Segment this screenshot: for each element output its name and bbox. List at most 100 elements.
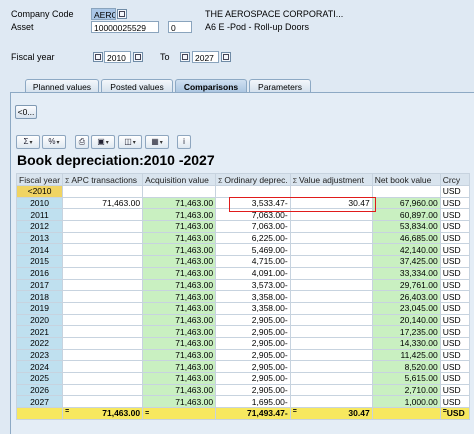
cell-acq[interactable]: 71,463.00 xyxy=(142,336,217,350)
export-button[interactable]: ◫ ▾ xyxy=(118,135,142,149)
cell-acq[interactable]: 71,463.00 xyxy=(142,278,217,292)
cell-total-crcy[interactable]: = USD xyxy=(439,407,470,420)
cell-adj[interactable] xyxy=(289,383,373,397)
cell-crcy[interactable]: USD xyxy=(439,360,470,373)
cell-year[interactable]: 2022 xyxy=(15,336,64,350)
cell-year[interactable]: 2024 xyxy=(15,360,64,373)
cell-year[interactable]: 2018 xyxy=(15,290,64,303)
cell-ord[interactable]: 2,905.00- xyxy=(215,383,291,397)
cell-ord[interactable]: 2,905.00- xyxy=(215,348,291,362)
fiscal-to-next-icon[interactable] xyxy=(221,52,231,62)
subtotal-button[interactable]: % ▾ xyxy=(42,135,66,149)
cell-ord[interactable]: 3,533.47- xyxy=(215,196,291,210)
cell-ord[interactable]: 7,063.00- xyxy=(215,208,291,222)
cell-crcy[interactable]: USD xyxy=(439,185,470,198)
cell-nbv[interactable]: 8,520.00 xyxy=(371,360,441,373)
cell-nbv[interactable]: 1,000.00 xyxy=(371,395,441,409)
cell-apc[interactable] xyxy=(62,290,144,303)
col-header-ordinary-deprec[interactable]: Σ Ordinary deprec. xyxy=(215,173,291,186)
cell-nbv[interactable]: 20,140.00 xyxy=(371,313,441,327)
cell-acq[interactable]: 71,463.00 xyxy=(142,231,217,245)
table-row[interactable]: 2018 71,463.00 3,358.00- 26,403.00 USD xyxy=(15,290,470,303)
cell-nbv[interactable] xyxy=(371,185,441,198)
cell-nbv[interactable]: 26,403.00 xyxy=(371,290,441,303)
cell-acq[interactable]: 71,463.00 xyxy=(142,266,217,280)
cell-year[interactable]: 2025 xyxy=(15,372,64,385)
cell-year[interactable]: 2020 xyxy=(15,313,64,327)
cell-acq[interactable]: 71,463.00 xyxy=(142,395,217,409)
cell-adj[interactable] xyxy=(289,266,373,280)
tab-comparisons[interactable]: Comparisons xyxy=(175,79,247,93)
col-header-net-book-value[interactable]: Net book value xyxy=(371,173,441,186)
table-row[interactable]: 2014 71,463.00 5,469.00- 42,140.00 USD xyxy=(15,243,470,257)
cell-adj[interactable] xyxy=(289,243,373,257)
cell-crcy[interactable]: USD xyxy=(439,383,470,397)
layout-button[interactable]: ▦ ▾ xyxy=(145,135,169,149)
cell-acq[interactable]: 71,463.00 xyxy=(142,243,217,257)
cell-acq[interactable]: 71,463.00 xyxy=(142,325,217,338)
cell-crcy[interactable]: USD xyxy=(439,266,470,280)
cell-acq[interactable]: 71,463.00 xyxy=(142,301,217,315)
cell-acq[interactable]: 71,463.00 xyxy=(142,255,217,268)
cell-nbv[interactable]: 46,685.00 xyxy=(371,231,441,245)
table-row[interactable]: 2026 71,463.00 2,905.00- 2,710.00 USD xyxy=(15,383,470,397)
fiscal-from-next-icon[interactable] xyxy=(133,52,143,62)
cell-ord[interactable]: 7,063.00- xyxy=(215,220,291,233)
cell-ord[interactable]: 3,358.00- xyxy=(215,290,291,303)
table-row[interactable]: 2025 71,463.00 2,905.00- 5,615.00 USD xyxy=(15,372,470,385)
cell-year[interactable]: 2019 xyxy=(15,301,64,315)
cell-acq[interactable]: 71,463.00 xyxy=(142,196,217,210)
cell-year[interactable]: 2016 xyxy=(15,266,64,280)
cell-adj[interactable] xyxy=(289,348,373,362)
cell-crcy[interactable]: USD xyxy=(439,220,470,233)
table-row[interactable]: 2027 71,463.00 1,695.00- 1,000.00 USD xyxy=(15,395,470,409)
cell-nbv[interactable]: 37,425.00 xyxy=(371,255,441,268)
cell-nbv[interactable]: 67,960.00 xyxy=(371,196,441,210)
table-row[interactable]: 2011 71,463.00 7,063.00- 60,897.00 USD xyxy=(15,208,470,222)
cell-apc[interactable] xyxy=(62,243,144,257)
cell-crcy[interactable]: USD xyxy=(439,290,470,303)
tab-parameters[interactable]: Parameters xyxy=(249,79,311,93)
cell-nbv[interactable]: 23,045.00 xyxy=(371,301,441,315)
cell-year[interactable]: 2021 xyxy=(15,325,64,338)
cell-crcy[interactable]: USD xyxy=(439,301,470,315)
cell-ord[interactable]: 5,469.00- xyxy=(215,243,291,257)
cell-ord[interactable]: 2,905.00- xyxy=(215,313,291,327)
cell-adj[interactable] xyxy=(289,325,373,338)
table-row[interactable]: 2016 71,463.00 4,091.00- 33,334.00 USD xyxy=(15,266,470,280)
cell-crcy[interactable]: USD xyxy=(439,325,470,338)
cell-year[interactable]: 2012 xyxy=(15,220,64,233)
cell-apc[interactable] xyxy=(62,266,144,280)
cell-total-adj[interactable]: = 30.47 xyxy=(289,407,373,420)
cell-adj[interactable] xyxy=(289,255,373,268)
cell-acq[interactable] xyxy=(142,185,217,198)
cell-nbv[interactable]: 17,235.00 xyxy=(371,325,441,338)
table-row[interactable]: 2013 71,463.00 6,225.00- 46,685.00 USD xyxy=(15,231,470,245)
cell-apc[interactable] xyxy=(62,278,144,292)
tab-posted-values[interactable]: Posted values xyxy=(101,79,173,93)
cell-year[interactable]: 2027 xyxy=(15,395,64,409)
cell-crcy[interactable]: USD xyxy=(439,348,470,362)
view-button[interactable]: ▣ ▾ xyxy=(91,135,115,149)
cell-nbv[interactable]: 29,761.00 xyxy=(371,278,441,292)
cell-adj[interactable] xyxy=(289,278,373,292)
cell-apc[interactable] xyxy=(62,301,144,315)
tab-planned-values[interactable]: Planned values xyxy=(25,79,99,93)
cell-adj[interactable] xyxy=(289,395,373,409)
cell-nbv[interactable]: 53,834.00 xyxy=(371,220,441,233)
cell-apc[interactable] xyxy=(62,395,144,409)
cell-year[interactable]: 2010 xyxy=(15,196,64,210)
cell-ord[interactable]: 4,091.00- xyxy=(215,266,291,280)
cell-ord[interactable]: 2,905.00- xyxy=(215,336,291,350)
cell-acq[interactable]: 71,463.00 xyxy=(142,208,217,222)
cell-adj[interactable] xyxy=(289,360,373,373)
cell-ord[interactable]: 2,905.00- xyxy=(215,360,291,373)
cell-nbv[interactable]: 14,330.00 xyxy=(371,336,441,350)
cell-year[interactable]: 2015 xyxy=(15,255,64,268)
cell-ord[interactable]: 3,573.00- xyxy=(215,278,291,292)
table-row[interactable]: 2024 71,463.00 2,905.00- 8,520.00 USD xyxy=(15,360,470,373)
col-header-fiscal-year[interactable]: Fiscal year xyxy=(15,173,64,186)
cell-adj[interactable] xyxy=(289,372,373,385)
cell-adj[interactable] xyxy=(289,290,373,303)
cell-adj[interactable]: 30.47 xyxy=(289,196,373,210)
